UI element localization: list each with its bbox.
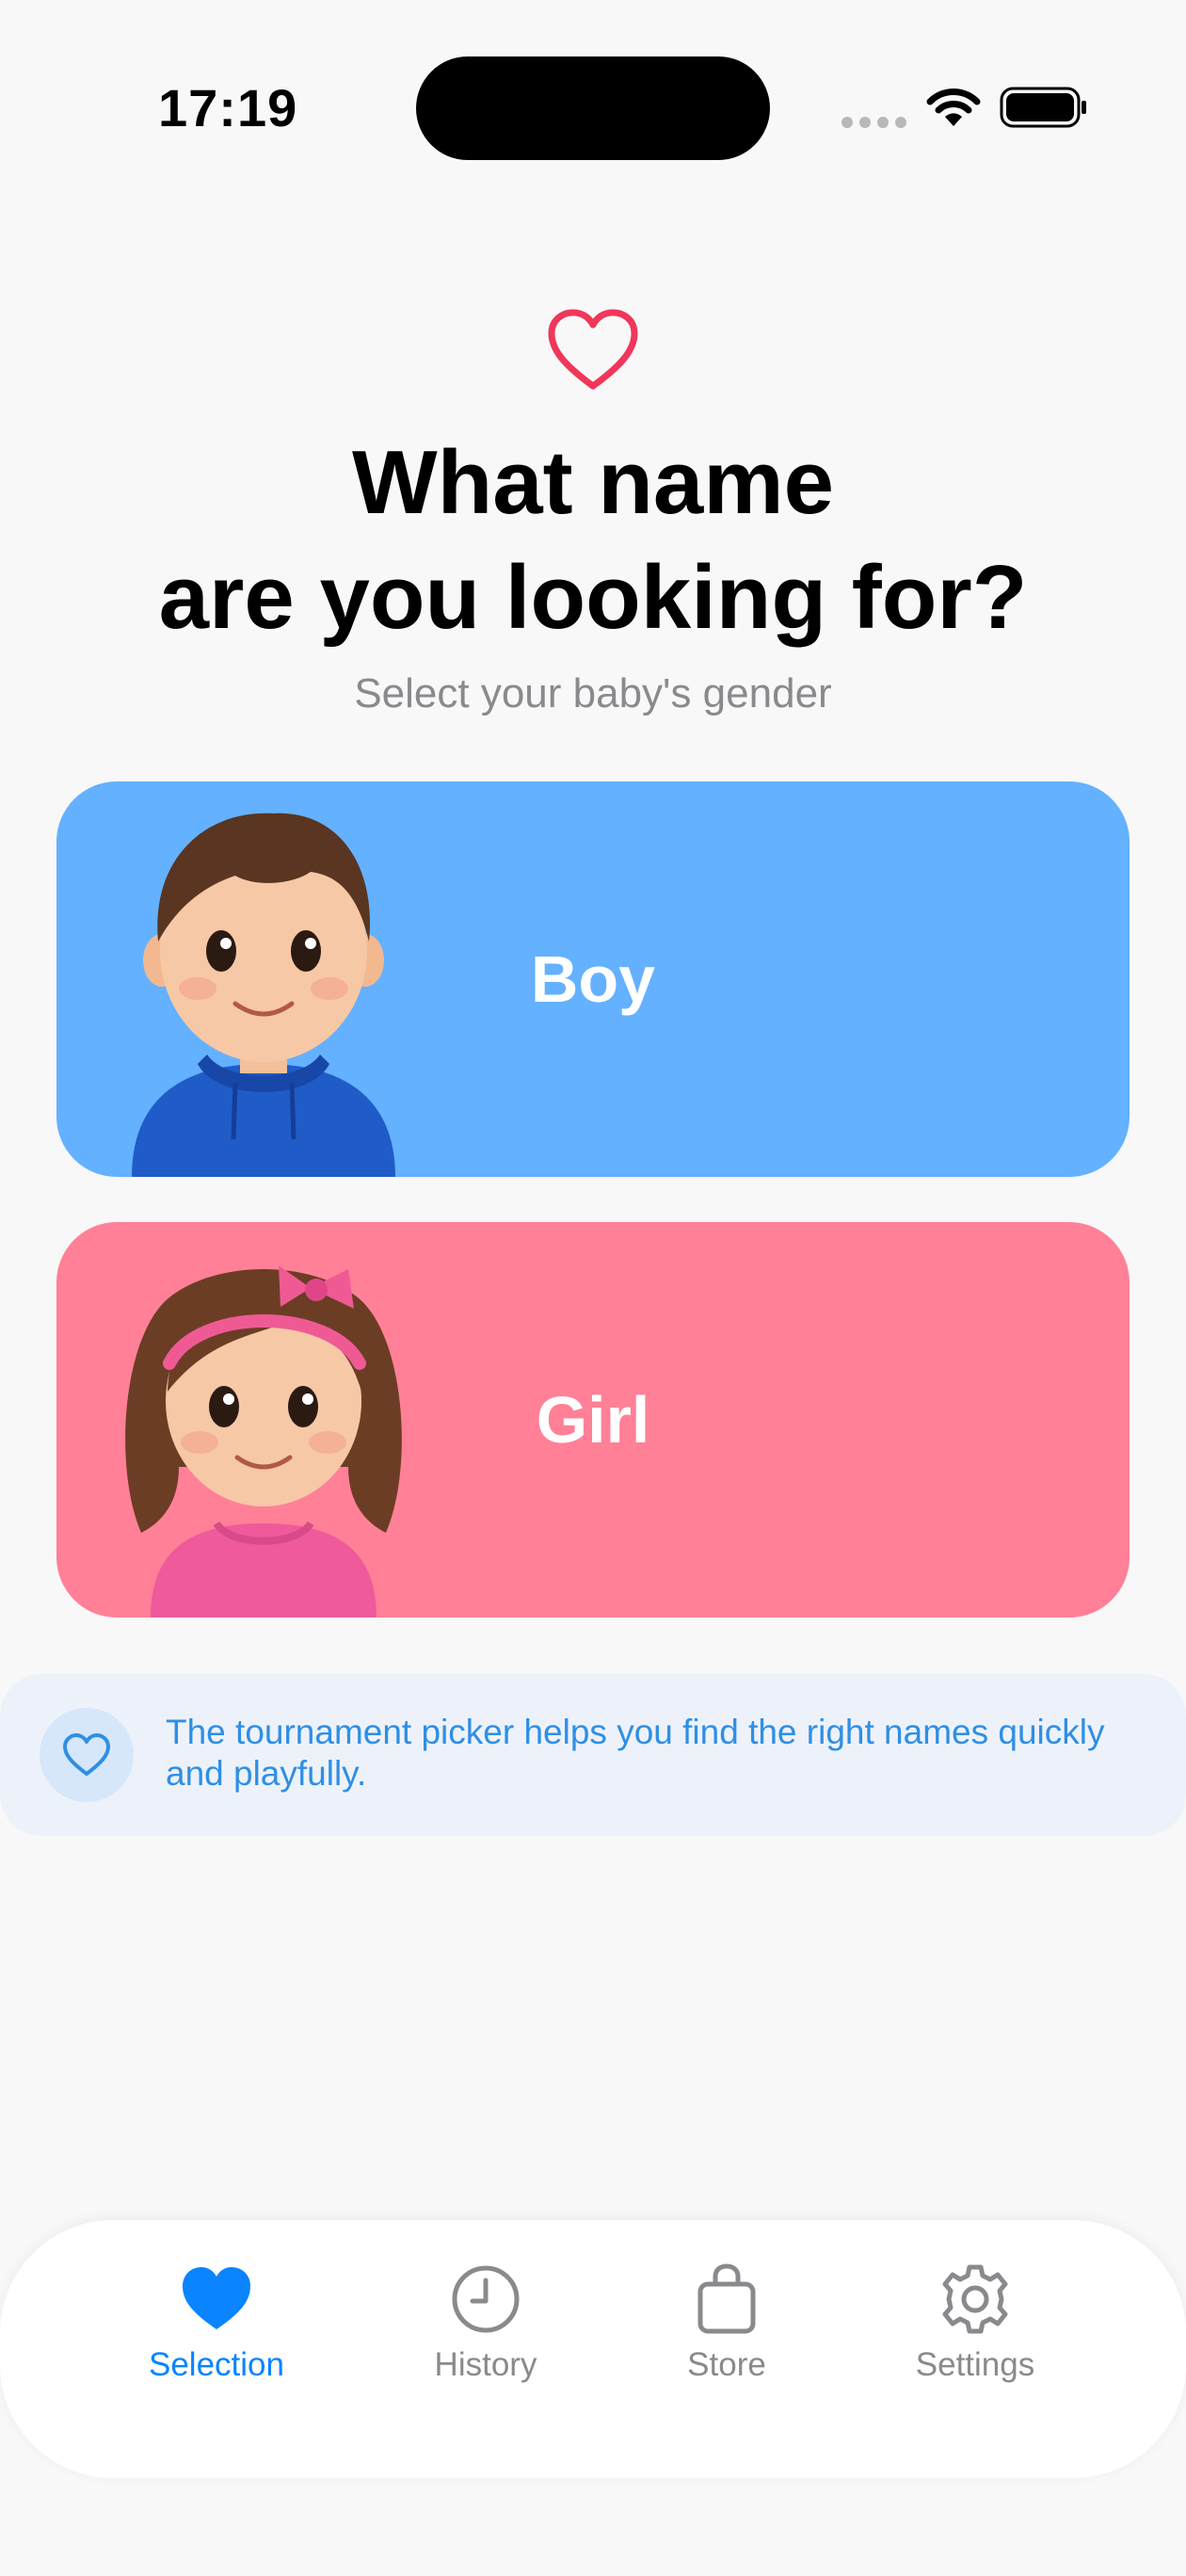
wifi-icon bbox=[926, 89, 981, 126]
tab-settings[interactable]: Settings bbox=[881, 2262, 1069, 2384]
boy-option-button[interactable]: Boy bbox=[56, 781, 1130, 1177]
page-title-line1: What name bbox=[351, 432, 835, 533]
tab-selection[interactable]: Selection bbox=[122, 2262, 311, 2384]
girl-option-label: Girl bbox=[536, 1383, 650, 1457]
battery-icon bbox=[1000, 87, 1086, 128]
gear-icon bbox=[942, 2264, 1008, 2334]
tab-selection-label: Selection bbox=[149, 2346, 284, 2383]
tab-settings-label: Settings bbox=[915, 2346, 1035, 2383]
tab-store[interactable]: Store bbox=[633, 2262, 821, 2384]
clock-icon bbox=[452, 2265, 520, 2333]
heart-icon bbox=[183, 2267, 250, 2329]
heart-outline-icon bbox=[548, 309, 638, 390]
cellular-signal-icon bbox=[841, 117, 906, 128]
tab-history[interactable]: History bbox=[392, 2262, 580, 2384]
tab-bar: Selection History Store Settings bbox=[0, 2220, 1186, 2478]
info-banner-text: The tournament picker helps you find the… bbox=[166, 1713, 1105, 1793]
boy-option-label: Boy bbox=[530, 942, 656, 1016]
page-title-line2: are you looking for? bbox=[158, 547, 1028, 648]
heart-outline-icon bbox=[63, 1733, 110, 1776]
tab-history-label: History bbox=[434, 2346, 537, 2383]
page-title: What name are you looking for? bbox=[0, 426, 1186, 655]
page-subtitle: Select your baby's gender bbox=[354, 670, 832, 716]
girl-option-button[interactable]: Girl bbox=[56, 1222, 1130, 1618]
shopping-bag-icon bbox=[697, 2263, 756, 2334]
status-time: 17:19 bbox=[158, 78, 298, 137]
info-banner: The tournament picker helps you find the… bbox=[0, 1674, 1186, 1836]
dynamic-island bbox=[416, 56, 770, 160]
tab-store-label: Store bbox=[687, 2346, 766, 2383]
info-icon-circle bbox=[40, 1708, 134, 1802]
status-bar: 17:19 bbox=[0, 0, 1186, 188]
